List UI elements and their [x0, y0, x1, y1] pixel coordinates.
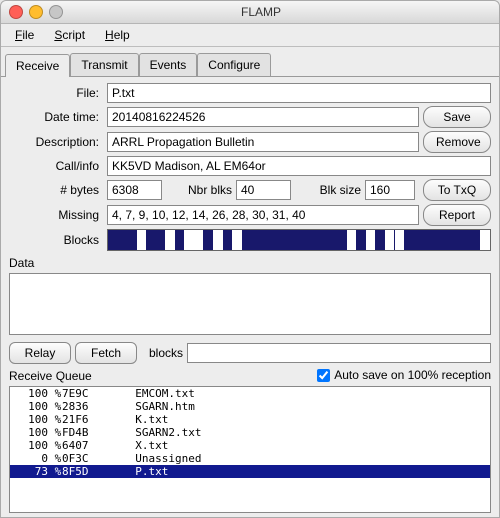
to-txq-button[interactable]: To TxQ — [423, 179, 491, 201]
relay-button[interactable]: Relay — [9, 342, 71, 364]
window-controls — [9, 5, 63, 19]
minimize-icon[interactable] — [29, 5, 43, 19]
autosave-checkbox[interactable] — [317, 369, 330, 382]
menu-script[interactable]: Script — [46, 26, 93, 44]
file-field[interactable] — [107, 83, 491, 103]
queue-row[interactable]: 100 % 6407 X.txt — [10, 439, 490, 452]
autosave-option[interactable]: Auto save on 100% reception — [317, 368, 491, 382]
menubar: Filedocument.currentScript.previousEleme… — [1, 24, 499, 47]
label-receive-queue: Receive Queue — [9, 367, 92, 383]
tab-configure[interactable]: Configure — [197, 53, 271, 76]
label-data: Data — [9, 254, 491, 270]
description-field[interactable] — [107, 132, 419, 152]
tab-events[interactable]: Events — [139, 53, 198, 76]
fetch-button[interactable]: Fetch — [75, 342, 137, 364]
blocks-progress — [107, 229, 491, 251]
nbytes-field[interactable] — [107, 180, 162, 200]
label-blocks2: blocks — [149, 346, 183, 360]
titlebar: FLAMP — [1, 1, 499, 24]
queue-row[interactable]: 100 % 7E9C EMCOM.txt — [10, 387, 490, 400]
tab-transmit[interactable]: Transmit — [70, 53, 138, 76]
blksize-field[interactable] — [365, 180, 415, 200]
tabstrip: Receive Transmit Events Configure — [1, 47, 499, 77]
report-button[interactable]: Report — [423, 204, 491, 226]
window-title: FLAMP — [63, 5, 459, 19]
label-callinfo: Call/info — [9, 159, 103, 173]
nbrblks-field[interactable] — [236, 180, 291, 200]
missing-field[interactable] — [107, 205, 419, 225]
menu-help[interactable]: Help — [97, 26, 138, 44]
queue-row[interactable]: 100 % 2836 SGARN.htm — [10, 400, 490, 413]
app-window: FLAMP Filedocument.currentScript.previou… — [0, 0, 500, 518]
receive-panel: File: Date time: Save Description: Remov… — [1, 77, 499, 517]
zoom-icon[interactable] — [49, 5, 63, 19]
save-button[interactable]: Save — [423, 106, 491, 128]
remove-button[interactable]: Remove — [423, 131, 491, 153]
label-blocks: Blocks — [9, 233, 103, 247]
label-nbrblks: Nbr blks — [166, 183, 232, 197]
label-file: File: — [9, 86, 103, 100]
tab-receive[interactable]: Receive — [5, 54, 70, 77]
queue-row[interactable]: 100 % 21F6 K.txt — [10, 413, 490, 426]
autosave-label: Auto save on 100% reception — [334, 368, 491, 382]
queue-row[interactable]: 0 % 0F3C Unassigned — [10, 452, 490, 465]
queue-row[interactable]: 100 % FD4B SGARN2.txt — [10, 426, 490, 439]
datetime-field[interactable] — [107, 107, 419, 127]
close-icon[interactable] — [9, 5, 23, 19]
queue-row[interactable]: 73 % 8F5D P.txt — [10, 465, 490, 478]
callinfo-field[interactable] — [107, 156, 491, 176]
label-description: Description: — [9, 135, 103, 149]
label-nbytes: # bytes — [9, 183, 103, 197]
label-datetime: Date time: — [9, 110, 103, 124]
relay-blocks-field[interactable] — [187, 343, 491, 363]
label-blksize: Blk size — [295, 183, 361, 197]
label-missing: Missing — [9, 208, 103, 222]
menu-file[interactable]: Filedocument.currentScript.previousEleme… — [7, 26, 42, 44]
receive-queue-list[interactable]: 100 % 7E9C EMCOM.txt100 % 2836 SGARN.htm… — [9, 386, 491, 513]
data-textarea[interactable] — [9, 273, 491, 335]
